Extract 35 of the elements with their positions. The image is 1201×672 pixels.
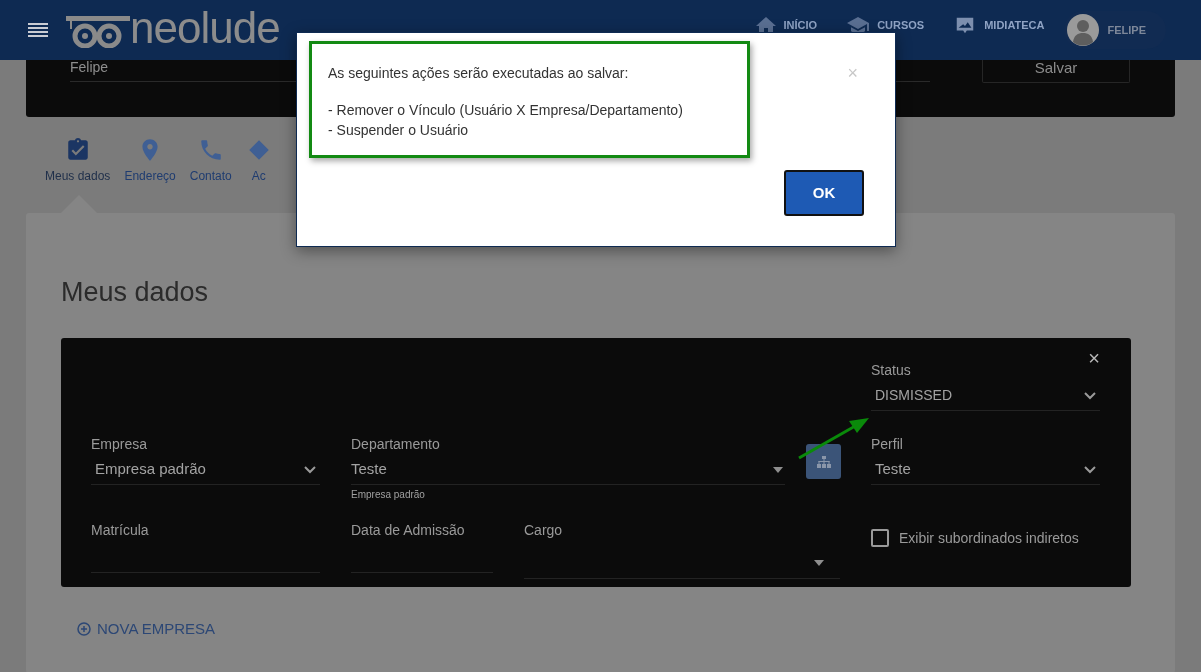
field-label: Cargo	[524, 522, 564, 539]
section-title: Meus dados	[61, 276, 210, 309]
org-chart-button[interactable]	[806, 444, 841, 479]
message-text: - Remover o Vínculo (Usuário X Empresa/Departamento)	[328, 101, 684, 120]
nav-link[interactable]: MIDIATECA	[954, 14, 1045, 37]
field-label: Status	[871, 362, 912, 379]
message-text: As seguintes ações serão executadas ao salvar:	[328, 64, 630, 83]
caret-icon	[773, 466, 783, 473]
field-label: Empresa	[91, 436, 149, 453]
message-text: - Suspender o Usuário	[328, 121, 470, 140]
checkbox-row[interactable]: Exibir subordinados indiretos	[871, 528, 1079, 548]
avatar-icon	[1067, 14, 1100, 46]
field-label: Data de Admissão	[351, 522, 466, 539]
field-label: Matrícula	[91, 522, 150, 539]
plus-circle-icon	[77, 622, 91, 637]
chevron-down-icon	[1084, 465, 1096, 474]
field-label: Perfil	[871, 436, 904, 453]
company-select[interactable]: Empresa padrão	[91, 459, 320, 485]
save-button[interactable]: Salvar	[982, 60, 1130, 83]
logo-text: neolude	[130, 6, 280, 50]
sitemap-icon	[816, 455, 831, 468]
tab[interactable]: Meus dados	[45, 137, 111, 185]
status-select[interactable]: DISMISSED	[871, 385, 1100, 411]
chevron-down-icon	[304, 465, 316, 474]
graduation-cap-icon	[847, 16, 870, 35]
ok-button[interactable]: OK	[784, 170, 864, 216]
menu-icon[interactable]	[28, 22, 48, 38]
caret-icon	[814, 560, 824, 566]
helper-text: Empresa padrão	[351, 488, 426, 502]
nav-link[interactable]: CURSOS	[847, 16, 925, 35]
profile-select[interactable]: Teste	[871, 459, 1100, 485]
chevron-down-icon	[1084, 391, 1096, 400]
checkbox[interactable]	[871, 529, 889, 547]
department-select[interactable]: Teste	[351, 459, 785, 485]
field-label: Departamento	[351, 436, 441, 453]
